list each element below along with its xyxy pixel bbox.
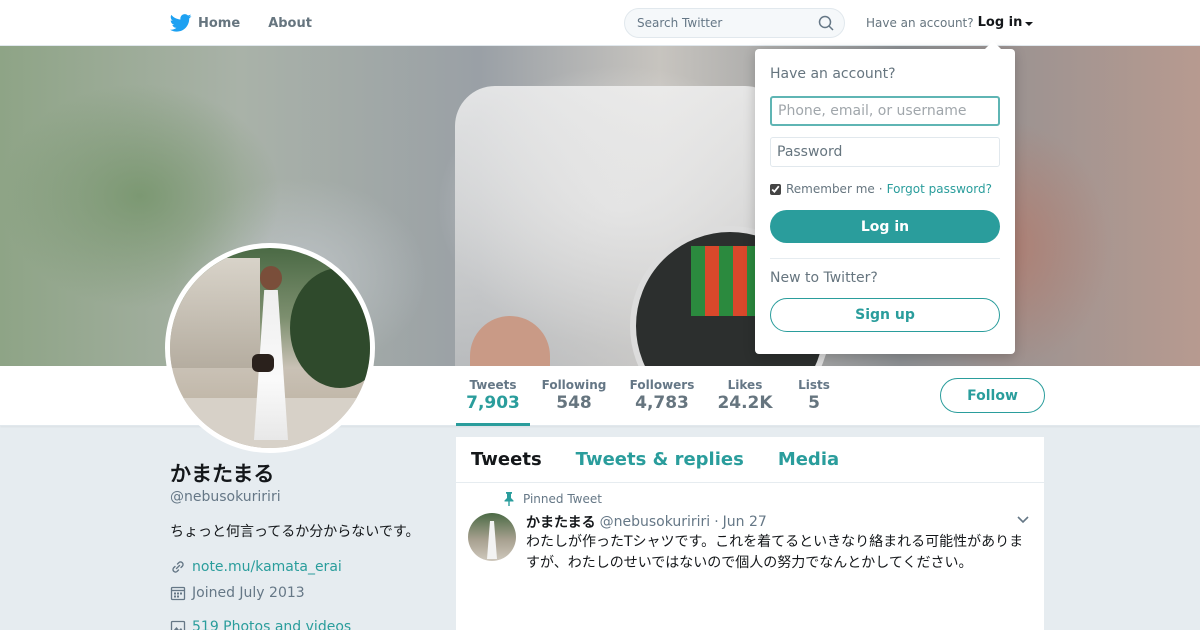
tweet-separator: · [714,514,719,530]
follow-button[interactable]: Follow [940,378,1045,413]
profile-website-link[interactable]: note.mu/kamata_erai [192,559,342,575]
timeline: Tweets Tweets & replies Media Pinned Twe… [456,437,1044,630]
stat-following-value: 548 [556,393,592,413]
new-to-twitter-prompt: New to Twitter? [770,270,878,286]
account-area: Have an account? Log in [866,15,1034,30]
tweet-text-line-2: すが、わたしのせいではないので個人の努力でなんとかしてください。 [526,555,973,571]
profile-photos-row: 519 Photos and videos [170,619,440,630]
profile-joined-date: Joined July 2013 [192,585,305,601]
stat-following[interactable]: Following 548 [540,366,608,426]
pinned-tweet[interactable]: Pinned Tweet かまたまる @nebusokuririri · Jun… [456,483,1044,629]
login-dropdown: Have an account? Remember me · Forgot pa… [755,41,1015,354]
stat-lists-label: Lists [798,378,830,392]
username-field[interactable] [770,96,1000,126]
login-dropdown-title: Have an account? [770,66,896,82]
search-input[interactable] [637,16,818,30]
stat-likes[interactable]: Likes 24.2K [716,366,774,426]
caret-down-icon [1025,22,1034,26]
stat-following-label: Following [541,378,607,392]
stat-likes-label: Likes [727,378,763,392]
remember-row: Remember me · Forgot password? [770,182,1000,196]
tweet-text-line-1: わたしが作ったTシャツです。これを着てるといきなり絡まれる可能性がありま [526,534,1024,550]
timeline-tabs: Tweets Tweets & replies Media [456,437,1044,483]
link-icon [172,561,184,573]
stat-tweets-value: 7,903 [466,393,520,413]
tweet-author-handle[interactable]: @nebusokuririri [600,514,711,530]
tab-media[interactable]: Media [778,449,839,470]
profile-display-name[interactable]: かまたまる [170,460,440,488]
tweet-text: わたしが作ったTシャツです。これを着てるといきなり絡まれる可能性がありま すが、… [526,532,1031,574]
forgot-password-link[interactable]: Forgot password? [887,182,992,196]
profile-photos-link[interactable]: 519 Photos and videos [192,619,351,630]
stat-followers-label: Followers [629,378,695,392]
remember-separator: · [878,182,883,196]
tweet-header: かまたまる @nebusokuririri · Jun 27 [526,512,767,532]
nav-home-link[interactable]: Home [170,14,240,32]
stat-likes-value: 24.2K [717,393,773,413]
pinned-label: Pinned Tweet [523,492,602,506]
photo-icon [170,620,186,630]
profile-joined-row: Joined July 2013 [170,585,440,601]
dropdown-divider [770,258,1000,259]
account-prompt: Have an account? [866,15,974,30]
calendar-icon [170,586,186,601]
password-field[interactable] [770,137,1000,167]
tweet-avatar[interactable] [468,513,516,561]
search-box[interactable] [624,8,845,38]
twitter-bird-icon [170,14,192,32]
nav-left: Home About [170,0,340,46]
tweet-timestamp[interactable]: Jun 27 [723,514,767,530]
tweet-author-name[interactable]: かまたまる [526,512,596,532]
nav-home-label: Home [198,15,241,31]
signup-button[interactable]: Sign up [770,298,1000,332]
login-button[interactable]: Log in [770,210,1000,243]
stat-lists-value: 5 [808,393,820,413]
profile-handle[interactable]: @nebusokuririri [170,489,440,505]
stat-lists[interactable]: Lists 5 [794,366,834,426]
pinned-indicator: Pinned Tweet [503,492,602,506]
stat-followers-value: 4,783 [635,393,689,413]
tab-tweets[interactable]: Tweets [471,449,542,470]
stat-followers[interactable]: Followers 4,783 [628,366,696,426]
remember-me-checkbox[interactable] [770,183,781,195]
nav-about-link[interactable]: About [268,16,312,31]
top-navigation-bar: Home About Have an account? Log in [0,0,1200,46]
login-dropdown-toggle[interactable]: Log in [978,15,1034,30]
search-icon[interactable] [818,15,834,31]
login-link-label: Log in [977,15,1023,30]
remember-me-label[interactable]: Remember me [786,182,875,196]
profile-avatar[interactable] [165,243,375,453]
chevron-down-icon[interactable] [1016,515,1030,525]
profile-link-row: note.mu/kamata_erai [170,559,440,575]
stat-tweets[interactable]: Tweets 7,903 [456,366,530,426]
profile-header-card: かまたまる @nebusokuririri ちょっと何言ってるか分からないです。… [170,460,440,630]
stat-tweets-label: Tweets [469,378,517,392]
pin-icon [504,492,514,506]
profile-bio: ちょっと何言ってるか分からないです。 [170,524,420,540]
tab-tweets-and-replies[interactable]: Tweets & replies [576,449,744,470]
